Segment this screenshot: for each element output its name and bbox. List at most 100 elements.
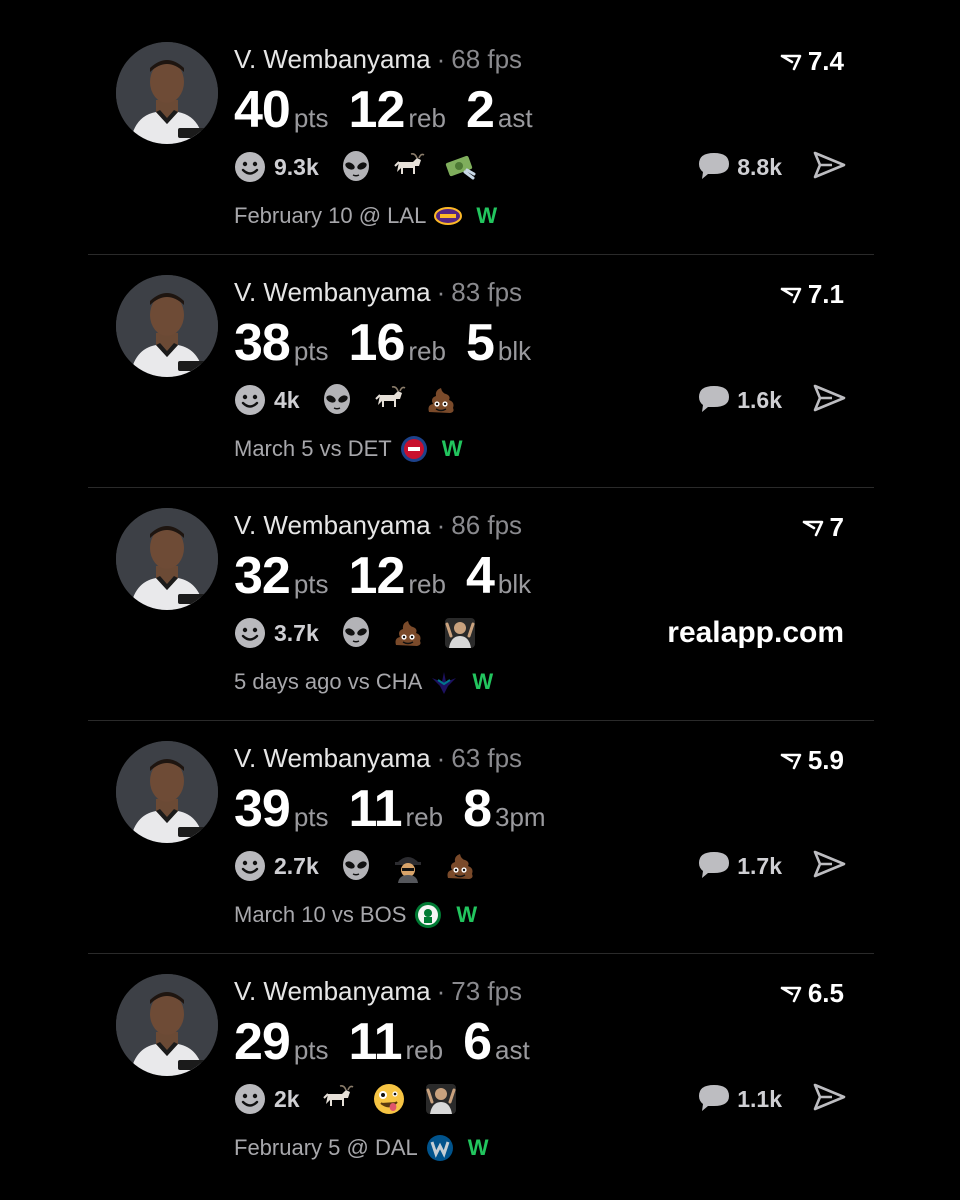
person-icon[interactable] [424,1082,458,1116]
alien-icon[interactable] [339,616,373,650]
player-avatar[interactable] [116,741,218,843]
separator: · [436,976,446,1006]
share-icon[interactable] [812,1082,846,1117]
stat-value: 8 [463,780,492,838]
goat-icon[interactable] [320,1082,354,1116]
stat-pts: 29 pts [234,1012,329,1072]
post-card[interactable]: V. Wembanyama · 83 fps 7.1 38 pts 16 reb 5 blk … [88,255,874,488]
fantasy-points: 63 fps [451,743,523,773]
post-card[interactable]: V. Wembanyama · 68 fps 7.4 40 pts 12 reb 2 ast … [88,22,874,255]
reaction-bar: 4k [234,383,476,417]
smile-react-icon[interactable] [234,617,266,649]
stat-value: 4 [465,547,495,605]
game-date: March 10 vs BOS [234,902,407,927]
comment-icon[interactable] [697,150,731,185]
pistons-logo-icon [400,435,428,463]
post-card[interactable]: V. Wembanyama · 63 fps 5.9 39 pts 11 reb 8 3pm … [88,721,874,954]
rating: 7.4 [780,46,844,77]
poop-icon[interactable] [443,849,477,883]
game-info: February 10 @ LAL W [234,202,497,230]
stat-pts: 40 pts [234,80,329,140]
feed: V. Wembanyama · 68 fps 7.4 40 pts 12 reb 2 ast … [88,22,874,1186]
post-header: V. Wembanyama · 83 fps [234,277,522,308]
smile-react-icon[interactable] [234,1083,266,1115]
stat-unit: reb [408,336,446,366]
goat-icon[interactable] [391,150,425,184]
person-icon[interactable] [443,616,477,650]
separator: · [436,743,446,773]
comment-count: 1.6k [737,387,782,413]
stat-unit: ast [495,1035,530,1065]
player-avatar[interactable] [116,275,218,377]
rating-value: 6.5 [807,978,844,1008]
player-name[interactable]: V. Wembanyama [234,44,431,74]
stat-line: 32 pts 12 reb 4 blk [234,546,551,606]
stat-value: 29 [234,1013,291,1071]
game-info: February 5 @ DAL W [234,1134,489,1162]
comment-count: 8.8k [737,154,782,180]
player-name[interactable]: V. Wembanyama [234,976,431,1006]
comment-count: 1.1k [737,1086,782,1112]
player-avatar[interactable] [116,42,218,144]
poop-icon[interactable] [391,616,425,650]
reaction-count: 2.7k [274,852,319,879]
rating: 5.9 [780,745,844,776]
stat-value: 6 [463,1013,492,1071]
post-header: V. Wembanyama · 86 fps [234,510,522,541]
rating: 6.5 [780,978,844,1009]
stat-unit: reb [405,802,444,832]
smile-react-icon[interactable] [234,384,266,416]
poop-icon[interactable] [424,383,458,417]
post-card[interactable]: V. Wembanyama · 86 fps 7 32 pts 12 reb 4 blk 3.… [88,488,874,721]
stat-pts: 39 pts [234,779,329,839]
promo-link[interactable]: realapp.com [667,616,844,650]
goat-icon[interactable] [372,383,406,417]
fantasy-points: 68 fps [451,44,523,74]
alien-icon[interactable] [339,150,373,184]
celtics-logo-icon [414,901,442,929]
rating-arrow-icon [780,287,802,303]
reaction-bar: 9.3k [234,150,495,184]
rating-value: 7.4 [807,46,844,76]
stat-value: 12 [348,81,406,139]
reaction-count: 4k [274,386,300,413]
post-card[interactable]: V. Wembanyama · 73 fps 6.5 29 pts 11 reb 6 ast … [88,954,874,1186]
rating-arrow-icon [780,986,802,1002]
rating: 7 [802,512,844,543]
stat-unit: ast [497,103,533,133]
money-icon[interactable] [443,150,477,184]
alien-icon[interactable] [339,849,373,883]
alien-icon[interactable] [320,383,354,417]
player-name[interactable]: V. Wembanyama [234,277,431,307]
rating-value: 7 [829,512,844,542]
game-info: March 10 vs BOS W [234,901,477,929]
player-avatar[interactable] [116,974,218,1076]
smile-react-icon[interactable] [234,151,266,183]
stat-3pm: 8 3pm [463,779,546,839]
stat-value: 2 [465,81,495,139]
player-name[interactable]: V. Wembanyama [234,510,431,540]
stat-unit: pts [293,103,329,133]
player-avatar[interactable] [116,508,218,610]
post-header: V. Wembanyama · 63 fps [234,743,522,774]
smile-react-icon[interactable] [234,850,266,882]
stat-unit: blk [497,569,532,599]
stat-reb: 12 reb [349,80,446,140]
player-name[interactable]: V. Wembanyama [234,743,431,773]
share-icon[interactable] [812,150,846,185]
zany-face-icon[interactable] [372,1082,406,1116]
reaction-bar: 3.7k [234,616,495,650]
stat-value: 5 [465,314,495,372]
stat-value: 16 [348,314,406,372]
stat-line: 29 pts 11 reb 6 ast [234,1012,550,1072]
stat-unit: reb [405,1035,444,1065]
comment-icon[interactable] [697,383,731,418]
share-icon[interactable] [812,849,846,884]
comment-icon[interactable] [697,849,731,884]
detective-icon[interactable] [391,849,425,883]
comment-icon[interactable] [697,1082,731,1117]
post-header: V. Wembanyama · 68 fps [234,44,522,75]
fantasy-points: 73 fps [451,976,523,1006]
share-icon[interactable] [812,383,846,418]
stat-value: 32 [234,547,291,605]
